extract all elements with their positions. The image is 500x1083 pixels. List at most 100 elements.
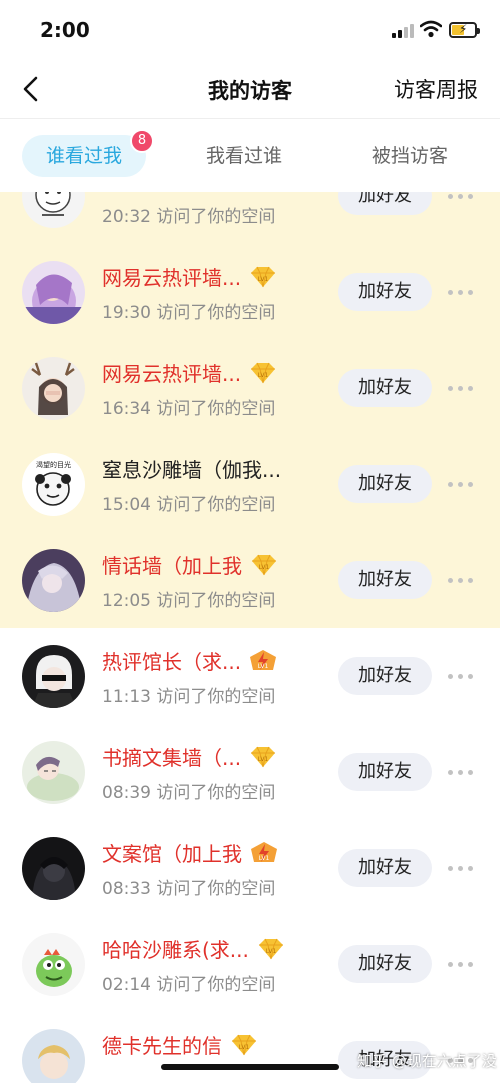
svg-text:LV1: LV1 — [258, 756, 269, 763]
visitor-name[interactable]: 热评馆长（求... — [102, 650, 241, 674]
cartoon-face-avatar[interactable] — [22, 192, 85, 228]
more-options-icon[interactable] — [446, 471, 476, 497]
sleeping-boy-avatar[interactable] — [22, 741, 85, 804]
svg-text:LV1: LV1 — [258, 276, 269, 283]
antler-girl-avatar[interactable] — [22, 357, 85, 420]
visitor-name[interactable]: 德卡先生的信 — [102, 1034, 222, 1058]
visitor-row[interactable]: 渴望的目光 窒息沙雕墙（伽我... 15:04 访问了你的空间 加好友 — [0, 436, 500, 532]
visitor-row[interactable]: 网易云热评墙... LV1 19:30 访问了你的空间 加好友 — [0, 244, 500, 340]
visit-time: 20:32 访问了你的空间 — [102, 207, 276, 227]
add-friend-button[interactable]: 加好友 — [338, 849, 432, 887]
add-friend-button[interactable]: 加好友 — [338, 192, 432, 215]
visitor-row[interactable]: 热评馆长（求... LV1 11:13 访问了你的空间 加好友 — [0, 628, 500, 724]
visitor-name-line: 书摘文集墙（... LV1 — [102, 742, 277, 770]
visitor-name-line: 德卡先生的信 LV1 — [102, 1030, 258, 1058]
visitor-name[interactable]: 书摘文集墙（... — [102, 746, 241, 770]
more-options-icon[interactable] — [446, 855, 476, 881]
more-options-icon[interactable] — [446, 663, 476, 689]
more-options-icon[interactable] — [446, 279, 476, 305]
diamond-vip-icon: LV1 — [232, 1034, 256, 1055]
visitor-name[interactable]: 网易云热评墙... — [102, 362, 241, 386]
visitor-name-line: 网易云热评墙... LV1 — [102, 358, 277, 386]
diamond-vip-icon: LV1 — [251, 362, 276, 383]
visit-time: 15:04 访问了你的空间 — [102, 495, 276, 515]
visitor-name-line: 情话墙（加上我 LV1 — [102, 550, 278, 578]
svg-text:LV1: LV1 — [239, 1044, 250, 1051]
add-friend-button[interactable]: 加好友 — [338, 369, 432, 407]
visitor-name-line: 网易云热评墙... LV1 — [102, 262, 277, 290]
diamond-vip-icon: LV1 — [258, 938, 283, 959]
more-options-icon[interactable] — [446, 951, 476, 977]
weekly-report-link[interactable]: 访客周报 — [394, 74, 478, 104]
visitor-row[interactable]: 德卡先生的信 LV1 加好友 — [0, 1012, 500, 1083]
tab-who-i-viewed[interactable]: 我看过谁 — [206, 135, 282, 177]
diamond-vip-icon: LV1 — [251, 746, 276, 767]
visitor-name[interactable]: 情话墙（加上我 — [102, 554, 242, 578]
battery-icon: ⚡ — [449, 22, 480, 38]
more-options-icon[interactable] — [446, 192, 476, 209]
visitor-list[interactable]: 沙雕墙≣(你的...LV120:32 访问了你的空间加好友网易云热评墙...LV… — [0, 192, 500, 1083]
visit-time: 02:14 访问了你的空间 — [102, 975, 276, 995]
svg-text:LV1: LV1 — [258, 663, 269, 670]
visitor-name-line: 热评馆长（求... LV1 — [102, 646, 277, 674]
tab-blocked-visitors[interactable]: 被挡访客 — [372, 135, 448, 177]
add-friend-button[interactable]: 加好友 — [338, 465, 432, 503]
tab-label: 谁看过我 — [45, 145, 122, 167]
tab-who-viewed-me[interactable]: 谁看过我 8 — [22, 129, 154, 177]
unread-badge: 8 — [130, 129, 154, 153]
anime-girl-avatar[interactable] — [22, 261, 85, 324]
more-options-icon[interactable] — [446, 567, 476, 593]
visitor-row[interactable]: 情话墙（加上我 LV1 12:05 访问了你的空间 加好友 — [0, 532, 500, 628]
visitor-name[interactable]: 文案馆（加上我 — [102, 842, 242, 866]
visitor-name[interactable]: 沙雕墙≣(你的... — [102, 192, 246, 194]
visitor-name-line: 窒息沙雕墙（伽我... — [102, 454, 281, 482]
visit-time: 16:34 访问了你的空间 — [102, 399, 276, 419]
wifi-icon — [420, 20, 442, 38]
dark-boy-avatar[interactable] — [22, 837, 85, 900]
more-options-icon[interactable] — [446, 375, 476, 401]
visit-time: 08:33 访问了你的空间 — [102, 879, 276, 899]
home-indicator — [161, 1064, 339, 1070]
visitor-name-line: 沙雕墙≣(你的...LV1 — [102, 192, 282, 194]
add-friend-button[interactable]: 加好友 — [338, 561, 432, 599]
visitor-name[interactable]: 网易云热评墙... — [102, 266, 241, 290]
status-time: 2:00 — [40, 18, 90, 42]
meme-face-avatar[interactable]: 渴望的目光 — [22, 453, 85, 516]
visitor-name[interactable]: 哈哈沙雕系(求... — [102, 938, 249, 962]
svg-text:LV1: LV1 — [258, 372, 269, 379]
blond-boy-avatar[interactable] — [22, 1029, 85, 1083]
visitor-name-line: 文案馆（加上我 LV1 — [102, 838, 278, 866]
diamond-vip-icon: LV1 — [252, 554, 276, 575]
visitor-name-line: 哈哈沙雕系(求... LV1 — [102, 934, 285, 962]
visitor-name[interactable]: 窒息沙雕墙（伽我... — [102, 458, 281, 482]
add-friend-button[interactable]: 加好友 — [338, 657, 432, 695]
visitor-row[interactable]: 沙雕墙≣(你的...LV1 20:32 访问了你的空间 加好友 — [0, 192, 500, 244]
add-friend-button[interactable]: 加好友 — [338, 945, 432, 983]
more-options-icon[interactable] — [446, 759, 476, 785]
android-girl-avatar[interactable] — [22, 645, 85, 708]
visitor-row[interactable]: 文案馆（加上我 LV1 08:33 访问了你的空间 加好友 — [0, 820, 500, 916]
status-bar: 2:00 ⚡ — [0, 0, 500, 62]
svg-text:LV1: LV1 — [259, 564, 270, 571]
visit-time: 11:13 访问了你的空间 — [102, 687, 276, 707]
avatar-caption: 渴望的目光 — [36, 460, 71, 469]
add-friend-button[interactable]: 加好友 — [338, 273, 432, 311]
nav-bar: 我的访客 访客周报 — [0, 62, 500, 118]
visitor-row[interactable]: 网易云热评墙... LV1 16:34 访问了你的空间 加好友 — [0, 340, 500, 436]
svg-text:LV1: LV1 — [266, 948, 277, 955]
diamond-vip-icon: LV1 — [251, 266, 276, 287]
anime-silver-hair-avatar[interactable] — [22, 549, 85, 612]
visitor-tabs: 谁看过我 8 我看过谁 被挡访客 — [0, 118, 500, 192]
lightning-vip-icon: LV1 — [250, 649, 277, 670]
visit-time: 12:05 访问了你的空间 — [102, 591, 276, 611]
green-dino-avatar[interactable] — [22, 933, 85, 996]
add-friend-button[interactable]: 加好友 — [338, 753, 432, 791]
visit-time: 08:39 访问了你的空间 — [102, 783, 276, 803]
visitor-row[interactable]: 书摘文集墙（... LV1 08:39 访问了你的空间 加好友 — [0, 724, 500, 820]
lightning-vip-icon: LV1 — [251, 841, 277, 862]
signal-icon — [392, 24, 414, 38]
watermark: 知乎 @现在六点了没 — [357, 1052, 497, 1070]
visitor-row[interactable]: 哈哈沙雕系(求... LV1 02:14 访问了你的空间 加好友 — [0, 916, 500, 1012]
visit-time: 19:30 访问了你的空间 — [102, 303, 276, 323]
svg-text:LV1: LV1 — [259, 855, 270, 862]
